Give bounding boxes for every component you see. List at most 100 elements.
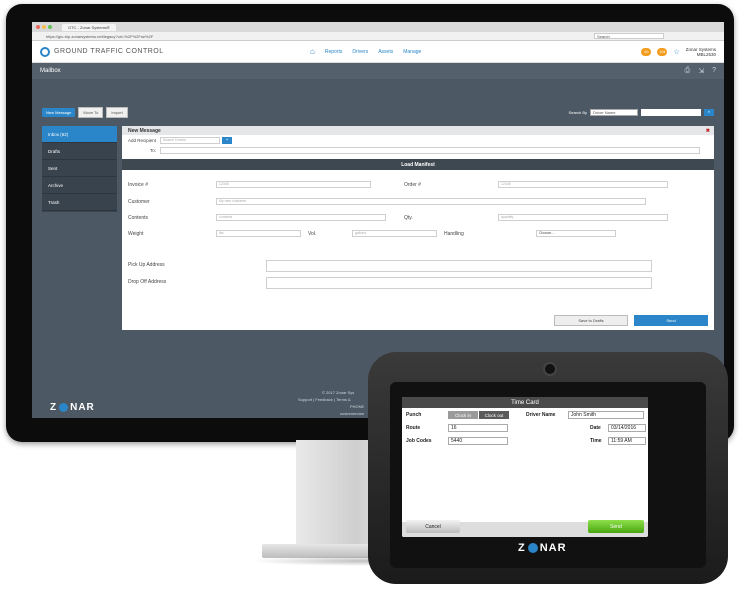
dropoff-label: Drop Off Address [128, 279, 167, 285]
date-label: Date [590, 425, 601, 431]
mailbox-sidebar: Inbox (62) Drafts Sent Archive Trash [42, 126, 117, 212]
app-logo[interactable]: GROUND TRAFFIC CONTROL [40, 46, 310, 57]
job-codes-label: Job Codes [406, 438, 432, 444]
device-screen: Time Card Punch Clock in Clock out Drive… [402, 397, 648, 537]
user-area: 60 104 ☆ Zonar Systems MBL2630 [641, 47, 716, 57]
panel-title-text: New Message [128, 127, 161, 134]
sidebar-item-trash[interactable]: Trash [42, 194, 117, 211]
nav-drivers[interactable]: Drivers [352, 49, 368, 55]
move-to-select[interactable]: Move To [78, 106, 104, 118]
search-by-label: Search By [568, 109, 587, 115]
export-icon[interactable]: ⇲ [698, 67, 704, 75]
add-recipient-button[interactable]: + [222, 136, 233, 144]
new-message-panel: New Message ✖ Add Recipient Search Driver… [122, 126, 714, 330]
add-recipient-label: Add Recipient [128, 137, 157, 143]
handling-select[interactable]: Choose... [536, 230, 616, 237]
device-logo-icon [527, 543, 538, 553]
main-nav: ⌂ Reports Drivers Assets Manage [310, 47, 421, 56]
camera-icon [543, 362, 557, 376]
close-icon[interactable]: ✖ [706, 128, 710, 134]
send-button[interactable]: Send [634, 315, 708, 326]
mailbox-toolbar: New Message Move To Import Search By Dri… [42, 106, 714, 118]
help-icon[interactable]: ? [712, 67, 716, 75]
zonar-logo-icon [59, 403, 69, 412]
order-label: Order # [404, 182, 421, 188]
to-label: To: [150, 147, 157, 153]
tablet-device: Time Card Punch Clock in Clock out Drive… [368, 352, 728, 584]
search-by-select[interactable]: Driver Name [590, 108, 638, 116]
mail-badge[interactable]: 60 [641, 47, 652, 56]
driver-name-field[interactable]: John Smith [568, 411, 644, 419]
recipient-row: Add Recipient Search Drivers + [122, 135, 714, 145]
handling-label: Handling [444, 231, 464, 237]
nav-reports[interactable]: Reports [325, 49, 343, 55]
device-zonar-logo: Z NAR [518, 542, 567, 554]
vol-input[interactable]: gallons [352, 230, 437, 237]
device-cancel-button[interactable]: Cancel [406, 520, 460, 533]
time-card-title: Time Card [402, 397, 648, 408]
qty-input[interactable]: quantity [498, 214, 668, 221]
device-send-button[interactable]: Send [588, 520, 644, 533]
search-input[interactable] [641, 108, 701, 116]
dropoff-textarea[interactable] [266, 277, 652, 289]
sidebar-item-drafts[interactable]: Drafts [42, 143, 117, 160]
nav-manage[interactable]: Manage [403, 49, 421, 55]
pickup-label: Pick Up Address [128, 262, 165, 268]
nav-assets[interactable]: Assets [378, 49, 393, 55]
new-message-button[interactable]: New Message [42, 107, 76, 117]
route-label: Route [406, 425, 421, 431]
panel-actions: Save to Drafts Send [554, 315, 708, 326]
mailbox-bar: Mailbox ⎙ ⇲? [32, 63, 724, 79]
time-field[interactable]: 11:59 AM [608, 437, 646, 445]
to-field[interactable] [160, 146, 701, 154]
invoice-label: Invoice # [128, 182, 149, 188]
contents-input[interactable]: contents [216, 214, 386, 221]
browser-tab[interactable]: GTC - Zonar Systems® [62, 23, 116, 31]
weight-label: Weight [128, 231, 144, 237]
star-icon[interactable]: ☆ [673, 48, 679, 56]
route-select[interactable]: 16 [448, 424, 508, 432]
app-header: GROUND TRAFFIC CONTROL ⌂ Reports Drivers… [32, 41, 724, 63]
punch-label: Punch [406, 412, 422, 418]
job-codes-select[interactable]: 5440 [448, 437, 508, 445]
sidebar-item-inbox[interactable]: Inbox (62) [42, 126, 117, 143]
to-row: To: [122, 145, 714, 155]
weight-input[interactable]: lbs [216, 230, 301, 237]
footer-links[interactable]: Support | Feedback | Terms & [298, 397, 351, 402]
footer-phone: PHONE [350, 404, 365, 409]
customer-label: Customer [128, 199, 150, 205]
vol-label: Vol. [308, 231, 317, 237]
address-bar[interactable]: https://gtc-trip.zonarsystems.net/legacy… [32, 32, 724, 41]
search-icon[interactable]: ⌕ [704, 108, 714, 116]
browser-tabbar: GTC - Zonar Systems® [32, 22, 724, 32]
footer-email[interactable]: customercare [340, 411, 364, 416]
page-title: Mailbox [40, 68, 61, 74]
clock-in-button[interactable]: Clock in [448, 411, 478, 419]
date-field[interactable]: 03/14/2016 [608, 424, 646, 432]
alert-badge[interactable]: 104 [657, 47, 668, 56]
panel-title: New Message ✖ [122, 126, 714, 135]
url-text[interactable]: https://gtc-trip.zonarsystems.net/legacy… [46, 34, 594, 39]
import-button[interactable]: Import [106, 106, 128, 118]
home-icon[interactable]: ⌂ [310, 47, 315, 56]
sidebar-item-archive[interactable]: Archive [42, 177, 117, 194]
driver-name-label: Driver Name [526, 412, 556, 418]
logo-text: GROUND TRAFFIC CONTROL [54, 48, 164, 55]
user-menu[interactable]: Zonar Systems MBL2630 [686, 47, 716, 57]
customer-input[interactable]: My new customer [216, 198, 646, 205]
zonar-logo: Z NAR [50, 402, 95, 413]
recipient-input[interactable]: Search Drivers [160, 136, 221, 144]
gear-logo-icon [40, 46, 50, 57]
manifest-header: Load Manifest [122, 159, 714, 170]
invoice-input[interactable]: 12345 [216, 181, 371, 188]
clock-out-button[interactable]: Clock out [479, 411, 509, 419]
copyright-text: © 2017 Zonar Sys [322, 390, 355, 395]
contents-label: Contents [128, 215, 149, 221]
print-icon[interactable]: ⎙ [685, 67, 691, 75]
browser-search-input[interactable]: Search [594, 33, 664, 39]
save-to-drafts-button[interactable]: Save to Drafts [554, 315, 628, 326]
order-input[interactable]: 12345 [498, 181, 668, 188]
time-label: Time [590, 438, 602, 444]
sidebar-item-sent[interactable]: Sent [42, 160, 117, 177]
pickup-textarea[interactable] [266, 260, 652, 272]
